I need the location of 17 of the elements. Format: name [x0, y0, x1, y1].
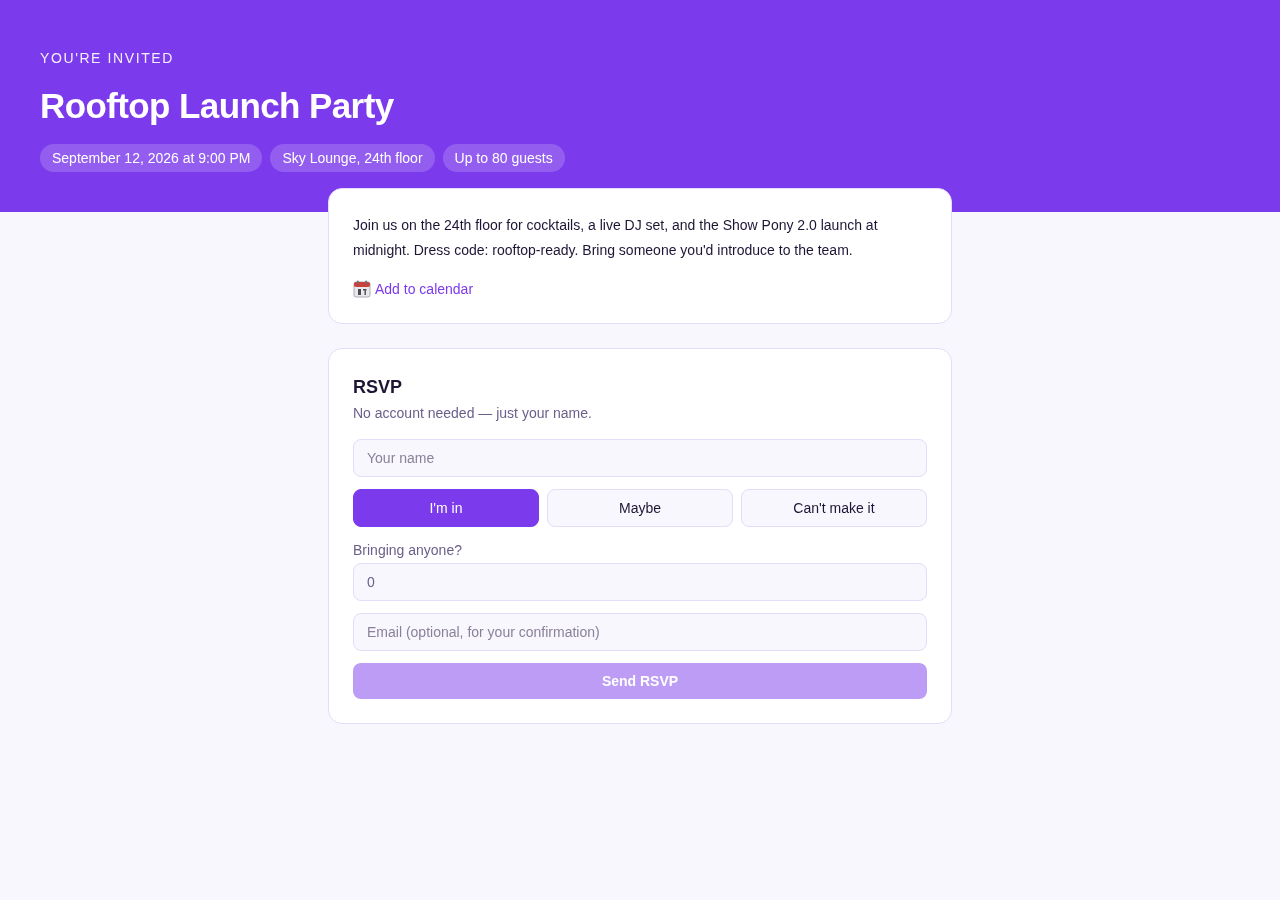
- response-option[interactable]: Can't make it: [741, 489, 927, 527]
- event-title: Rooftop Launch Party: [40, 85, 395, 127]
- response-option[interactable]: Maybe: [547, 489, 733, 527]
- calendar-icon: [353, 280, 371, 298]
- add-to-calendar-link[interactable]: Add to calendar: [375, 279, 474, 299]
- email-input[interactable]: Email (optional, for your confirmation): [353, 613, 927, 651]
- response-option[interactable]: I'm in: [353, 489, 539, 527]
- rsvp-subtitle: No account needed — just your name.: [353, 404, 593, 423]
- rsvp-title: RSVP: [353, 376, 404, 399]
- guests-label: Bringing anyone?: [353, 541, 463, 559]
- name-input[interactable]: Your name: [353, 439, 927, 477]
- eyebrow-text: YOU'RE INVITED: [40, 49, 175, 67]
- event-description: Join us on the 24th floor for cocktails, a live DJ set, and the Show Pony 2.0 launch at midnight. Dress code: rooftop-ready. Bring someone you'd introduce to the team.: [353, 216, 879, 260]
- event-info-chip: Sky Lounge, 24th floor: [270, 144, 435, 172]
- event-info-chip: September 12, 2026 at 9:00 PM: [40, 144, 263, 172]
- guests-input[interactable]: 0: [353, 563, 927, 601]
- event-info-chip: Up to 80 guests: [442, 144, 565, 172]
